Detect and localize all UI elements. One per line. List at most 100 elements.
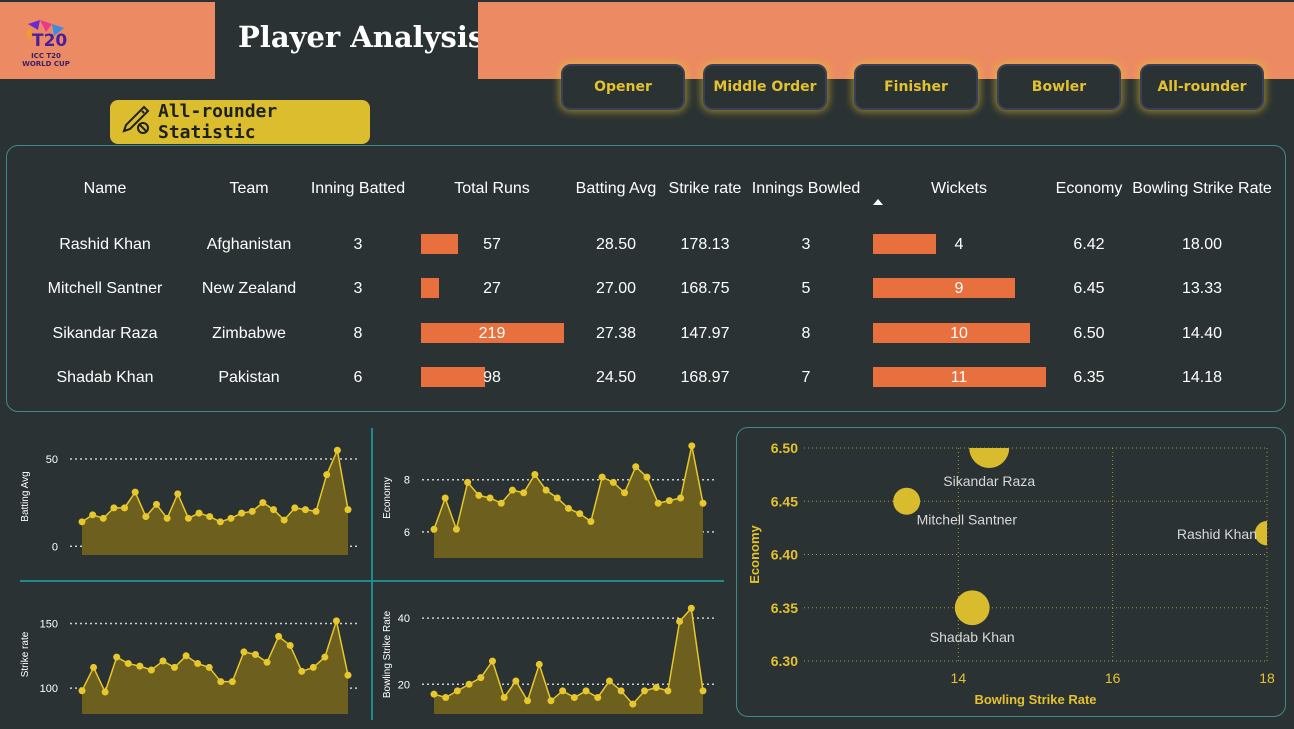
- data-point: [251, 651, 259, 658]
- all-rounder-button[interactable]: All-rounder: [1140, 64, 1264, 110]
- data-point: [182, 652, 190, 660]
- data-point: [520, 489, 528, 497]
- y-tick-label: 6: [404, 527, 410, 539]
- bubble-label: Mitchell Santner: [917, 511, 1018, 527]
- data-point: [542, 486, 550, 494]
- y-tick-label: 6.45: [771, 493, 798, 509]
- data-point: [594, 693, 602, 701]
- wickets-bar: [873, 278, 1015, 298]
- column-header-inning-batted[interactable]: Inning Batted: [311, 180, 405, 198]
- data-point: [301, 506, 309, 514]
- economy-vs-bowling-sr-scatter: 6.30 6.35 6.40 6.45 6.50 14 16 18 Bowling Strike…: [747, 440, 1275, 707]
- bowling-strike-rate-cell: 14.40: [1181, 325, 1223, 342]
- all-rounder-statistic-badge: All-rounder Statistic: [110, 100, 370, 144]
- column-header-bowling-strike-rate[interactable]: Bowling Strike Rate: [1132, 180, 1272, 198]
- data-point: [524, 697, 532, 705]
- strike-rate-cell: 168.97: [680, 369, 730, 386]
- data-point: [582, 687, 590, 695]
- x-tick-label: 18: [1259, 670, 1275, 686]
- area-fill: [82, 620, 348, 714]
- area-fill: [82, 450, 348, 555]
- data-point: [553, 494, 561, 502]
- innings-bowled-cell: 3: [801, 236, 811, 253]
- data-point: [547, 697, 555, 705]
- bowling-strike-rate-cell: 18.00: [1181, 236, 1223, 253]
- y-axis-label: Economy: [382, 477, 393, 519]
- data-point: [598, 473, 606, 481]
- y-axis-label: Batting Avg: [20, 471, 31, 521]
- data-point: [291, 504, 299, 512]
- y-tick-label: 40: [398, 613, 410, 625]
- total-runs-cell: 57: [483, 236, 501, 253]
- batting-avg-cell: 24.50: [595, 369, 637, 386]
- inning-batted-cell: 6: [353, 369, 363, 386]
- opener-button[interactable]: Opener: [561, 64, 685, 110]
- data-point: [477, 674, 485, 682]
- sort-ascending-icon[interactable]: [873, 199, 883, 205]
- y-tick-label: 150: [40, 618, 58, 630]
- x-tick-label: 14: [951, 670, 967, 686]
- data-point: [486, 494, 494, 502]
- y-tick-label: 0: [52, 541, 58, 553]
- inning-batted-cell: 8: [353, 325, 363, 342]
- data-point: [147, 666, 155, 674]
- data-point: [78, 687, 86, 695]
- column-header-innings-bowled[interactable]: Innings Bowled: [752, 180, 861, 198]
- batting-avg-cell: 27.38: [595, 325, 637, 342]
- y-axis-label: Strike rate: [20, 631, 31, 677]
- t20-world-cup-logo: T20 ICC T20 WORLD CUP: [18, 16, 74, 72]
- data-point: [99, 514, 107, 522]
- data-point: [248, 507, 256, 515]
- data-point: [312, 507, 320, 515]
- batting-avg-cell: 28.50: [595, 236, 637, 253]
- data-point: [664, 687, 672, 695]
- bubble-label: Shadab Khan: [930, 629, 1015, 645]
- finisher-button[interactable]: Finisher: [854, 64, 978, 110]
- column-header-economy[interactable]: Economy: [1056, 180, 1123, 198]
- team-name-cell: Pakistan: [218, 369, 280, 386]
- data-point: [559, 687, 567, 695]
- data-point: [442, 693, 450, 701]
- data-point: [309, 663, 317, 671]
- economy-cell: 6.42: [1073, 236, 1105, 253]
- column-header-team[interactable]: Team: [229, 180, 268, 198]
- data-point: [163, 514, 171, 522]
- data-point: [206, 513, 214, 521]
- data-point: [195, 509, 203, 517]
- data-point: [465, 680, 473, 688]
- column-header-wickets[interactable]: Wickets: [931, 180, 987, 198]
- column-header-strike-rate[interactable]: Strike rate: [669, 180, 742, 198]
- middle-order-button[interactable]: Middle Order: [703, 64, 827, 110]
- data-point: [171, 663, 179, 671]
- data-point: [508, 486, 516, 494]
- total-runs-bar: [421, 278, 439, 298]
- total-runs-bar: [421, 367, 485, 387]
- column-header-name[interactable]: Name: [84, 180, 127, 198]
- data-point: [110, 504, 118, 512]
- data-point: [621, 489, 629, 497]
- column-header-batting-avg[interactable]: Batting Avg: [576, 180, 657, 198]
- y-tick-label: 50: [46, 454, 58, 466]
- data-point: [430, 690, 438, 698]
- data-point: [332, 617, 340, 625]
- data-point: [570, 693, 578, 701]
- data-point: [652, 684, 660, 692]
- data-point: [617, 687, 625, 695]
- team-name-cell: Zimbabwe: [212, 325, 286, 342]
- chart-divider-vertical: [371, 428, 373, 720]
- data-point: [321, 653, 329, 661]
- inning-batted-cell: 3: [353, 280, 363, 297]
- y-tick-label: 6.35: [771, 600, 798, 616]
- y-axis-label: Bowling Strike Rate: [382, 610, 393, 698]
- data-point: [643, 473, 651, 481]
- bowler-button[interactable]: Bowler: [997, 64, 1121, 110]
- data-point: [194, 660, 202, 668]
- data-point: [275, 632, 283, 640]
- wickets-bar: [873, 234, 936, 254]
- column-header-total-runs[interactable]: Total Runs: [454, 180, 530, 198]
- wickets-cell: 10: [950, 325, 968, 342]
- data-point: [216, 518, 224, 526]
- y-tick-label: 6.50: [771, 440, 798, 456]
- economy-area-chart: Economy 6 8: [382, 442, 715, 558]
- strike-rate-cell: 147.97: [680, 325, 730, 342]
